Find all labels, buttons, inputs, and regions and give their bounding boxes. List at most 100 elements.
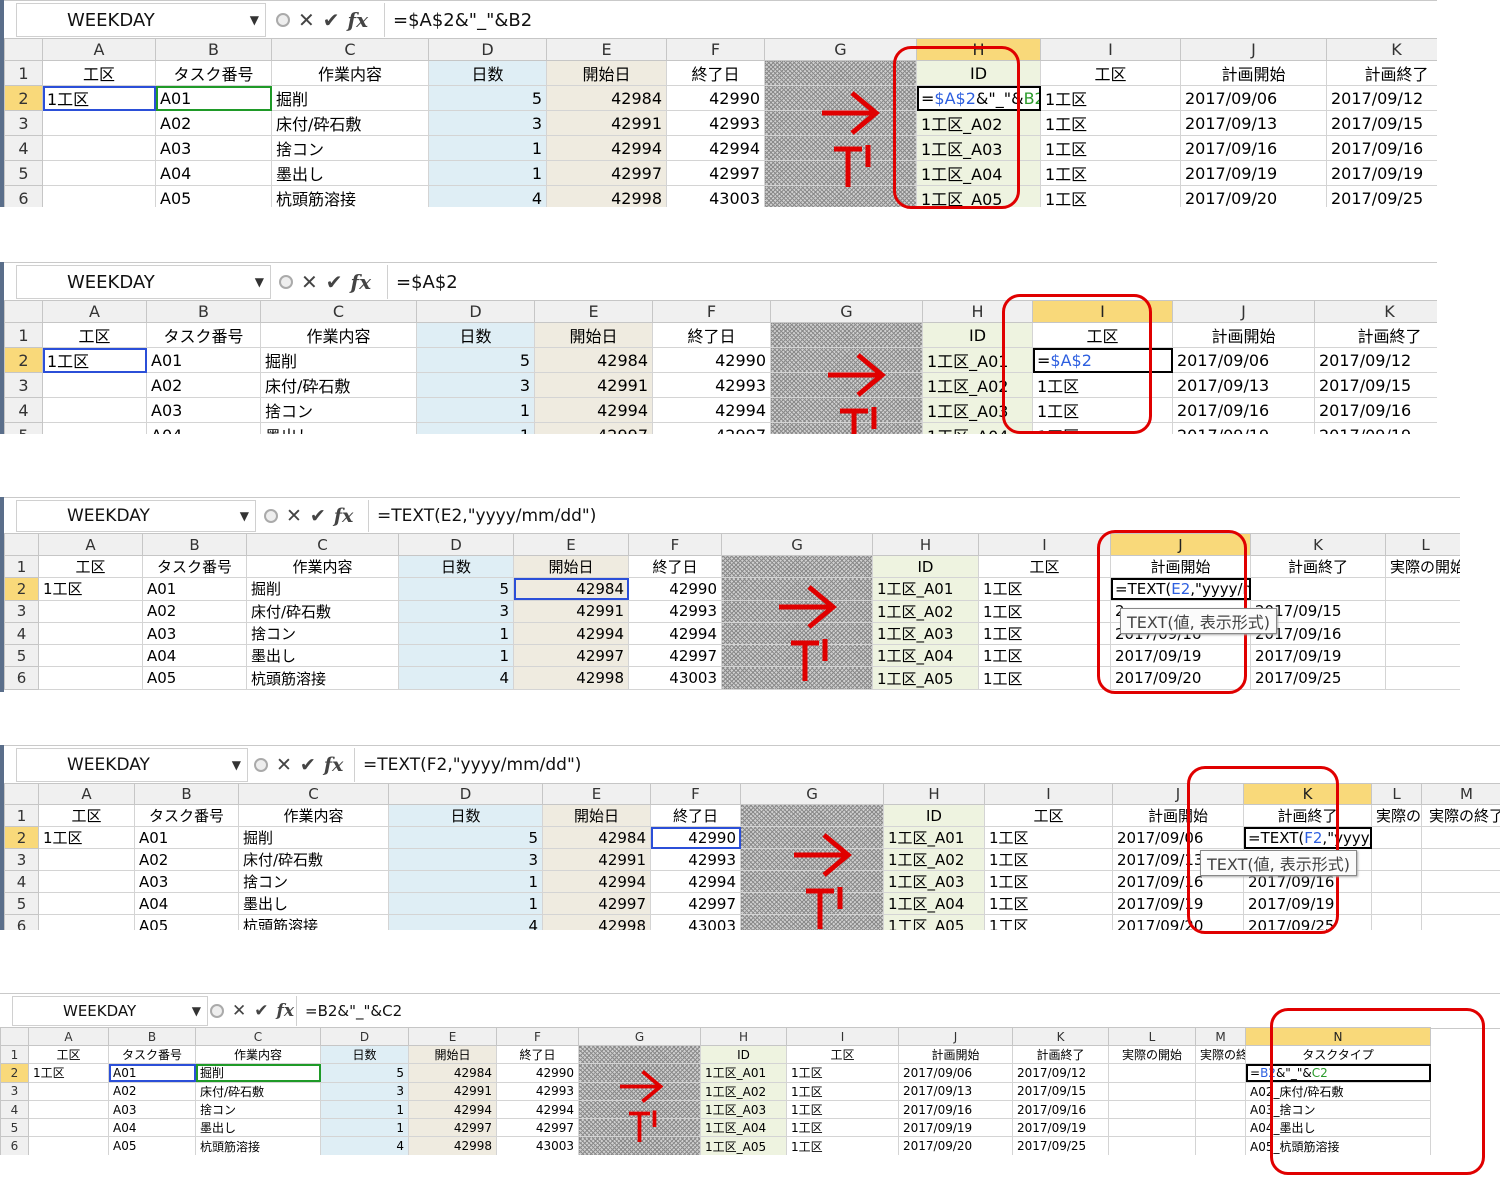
cell-g3[interactable] [578, 1081, 701, 1101]
cell-g6[interactable] [740, 914, 884, 930]
column-header-h[interactable]: H [883, 783, 985, 805]
cell-i6[interactable]: 1工区 [786, 1136, 899, 1155]
field-header-d[interactable]: 日数 [398, 554, 514, 579]
field-header-b[interactable]: タスク番号 [155, 60, 272, 86]
editing-cell[interactable]: =$A$2&"_"&B2 [916, 85, 1041, 111]
cell-a5[interactable] [42, 422, 147, 434]
row-header-3[interactable]: 3 [4, 372, 43, 398]
column-header-a[interactable]: A [28, 1027, 109, 1046]
cell-k5[interactable]: 2017/09/19 [1326, 160, 1437, 186]
chevron-down-icon[interactable]: ▼ [232, 758, 241, 772]
field-header-i[interactable]: 工区 [786, 1044, 899, 1065]
cell-d3[interactable]: 3 [398, 599, 514, 623]
cell-a6[interactable] [42, 185, 156, 207]
cell-e4[interactable]: 42994 [513, 621, 629, 646]
cell-b4[interactable]: A03 [146, 397, 261, 423]
cell-c5[interactable]: 墨出し [195, 1118, 321, 1138]
column-header-a[interactable]: A [42, 300, 147, 323]
cell-j2[interactable]: 2017/09/06 [1172, 347, 1315, 373]
cell-k2[interactable]: 2017/09/12 [1012, 1063, 1109, 1083]
cell-h4[interactable]: 1工区_A03 [872, 621, 979, 646]
row-header-2[interactable]: 2 [4, 826, 39, 849]
column-header-l[interactable]: L [1385, 533, 1460, 556]
cell-f2[interactable]: 42990 [652, 347, 771, 373]
cell-h3[interactable]: 1工区_A02 [872, 599, 979, 623]
column-header-f[interactable]: F [650, 783, 741, 805]
cell-e5[interactable]: 42997 [542, 892, 651, 915]
cell-c5[interactable]: 墨出し [260, 422, 417, 434]
column-header-h[interactable]: H [700, 1027, 787, 1046]
cell-f6[interactable]: 43003 [650, 914, 741, 930]
field-header-d[interactable]: 日数 [320, 1044, 409, 1065]
column-header-e[interactable]: E [408, 1027, 497, 1046]
cell-m4[interactable] [1195, 1099, 1246, 1120]
cell-d2[interactable]: 5 [428, 85, 547, 111]
cell-c5[interactable]: 墨出し [238, 892, 389, 915]
formula-input[interactable]: =$A$2&"_"&B2 [384, 3, 1437, 37]
cell-e6[interactable]: 42998 [546, 185, 667, 207]
cell-e5[interactable]: 42997 [513, 644, 629, 668]
cell-g5[interactable] [578, 1118, 701, 1138]
cell-e5[interactable]: 42997 [534, 422, 653, 434]
column-header-f[interactable]: F [628, 533, 722, 556]
row-header-3[interactable]: 3 [0, 1081, 29, 1101]
field-header-l[interactable]: 実際の開始 [1108, 1044, 1196, 1065]
column-header-d[interactable]: D [320, 1027, 409, 1046]
cell-l6[interactable] [1371, 914, 1422, 930]
cell-k5[interactable]: 2017/09/19 [1012, 1118, 1109, 1138]
field-header-c[interactable]: 作業内容 [271, 60, 429, 86]
cell-f6[interactable]: 43003 [666, 185, 765, 207]
cell-b2[interactable]: A01 [142, 577, 247, 601]
cell-l6[interactable] [1108, 1136, 1196, 1155]
column-header-c[interactable]: C [246, 533, 399, 556]
field-header-f[interactable]: 終了日 [650, 804, 741, 827]
cell-g2[interactable] [740, 826, 884, 849]
field-header-i[interactable]: 工区 [1040, 60, 1181, 86]
field-header-j[interactable]: 計画開始 [898, 1044, 1013, 1065]
cell-n4[interactable]: A03_捨コン [1245, 1099, 1431, 1120]
field-header-b[interactable]: タスク番号 [108, 1044, 196, 1065]
cell-b6[interactable]: A05 [134, 914, 239, 930]
field-header-a[interactable]: 工区 [38, 554, 143, 579]
cell-e6[interactable]: 42998 [408, 1136, 497, 1155]
cell-k4[interactable]: 2017/09/16 [1012, 1099, 1109, 1120]
cell-h6[interactable]: 1工区_A05 [916, 185, 1041, 207]
field-header-m[interactable]: 実際の終了 [1195, 1044, 1246, 1065]
cell-l3[interactable] [1385, 599, 1460, 623]
column-header-k[interactable]: K [1326, 38, 1437, 61]
cell-m2[interactable] [1195, 1063, 1246, 1083]
row-header-1[interactable]: 1 [4, 804, 39, 827]
cell-a3[interactable] [42, 110, 156, 136]
field-header-k[interactable]: 計画終了 [1250, 554, 1386, 579]
cell-a5[interactable] [38, 892, 135, 915]
column-header-i[interactable]: I [1032, 300, 1173, 323]
cell-l5[interactable] [1385, 644, 1460, 668]
checkmark-icon[interactable]: ✔ [326, 270, 343, 294]
cell-f3[interactable]: 42993 [496, 1081, 579, 1101]
column-header-j[interactable]: J [1110, 533, 1251, 556]
editing-cell[interactable]: =TEXT(E2,"yyyy/mm/dd") [1110, 577, 1251, 601]
cell-a2[interactable]: 1工区 [42, 347, 147, 373]
column-header-k[interactable]: K [1314, 300, 1437, 323]
cell-k6[interactable]: 2017/09/25 [1250, 666, 1386, 690]
cell-e3[interactable]: 42991 [542, 848, 651, 871]
field-header-d[interactable]: 日数 [388, 804, 543, 827]
field-header-j[interactable]: 計画開始 [1112, 804, 1244, 827]
column-header-c[interactable]: C [260, 300, 417, 323]
function-tooltip[interactable]: TEXT(値, 表示形式) [1200, 850, 1357, 876]
cell-b5[interactable]: A04 [108, 1118, 196, 1138]
field-header-k[interactable]: 計画終了 [1243, 804, 1372, 827]
cell-b3[interactable]: A02 [142, 599, 247, 623]
cell-a2[interactable]: 1工区 [42, 85, 156, 111]
cell-g3[interactable] [770, 372, 923, 398]
cell-d4[interactable]: 1 [398, 621, 514, 646]
cell-g6[interactable] [721, 666, 873, 690]
column-header-f[interactable]: F [496, 1027, 579, 1046]
cell-c6[interactable]: 杭頭筋溶接 [195, 1136, 321, 1155]
field-header-g[interactable] [721, 554, 873, 579]
cell-g2[interactable] [578, 1063, 701, 1083]
cell-a2[interactable]: 1工区 [38, 826, 135, 849]
cell-b6[interactable]: A05 [155, 185, 272, 207]
cell-k2[interactable]: 2017/09/12 [1326, 85, 1437, 111]
cell-f2[interactable]: 42990 [496, 1063, 579, 1083]
